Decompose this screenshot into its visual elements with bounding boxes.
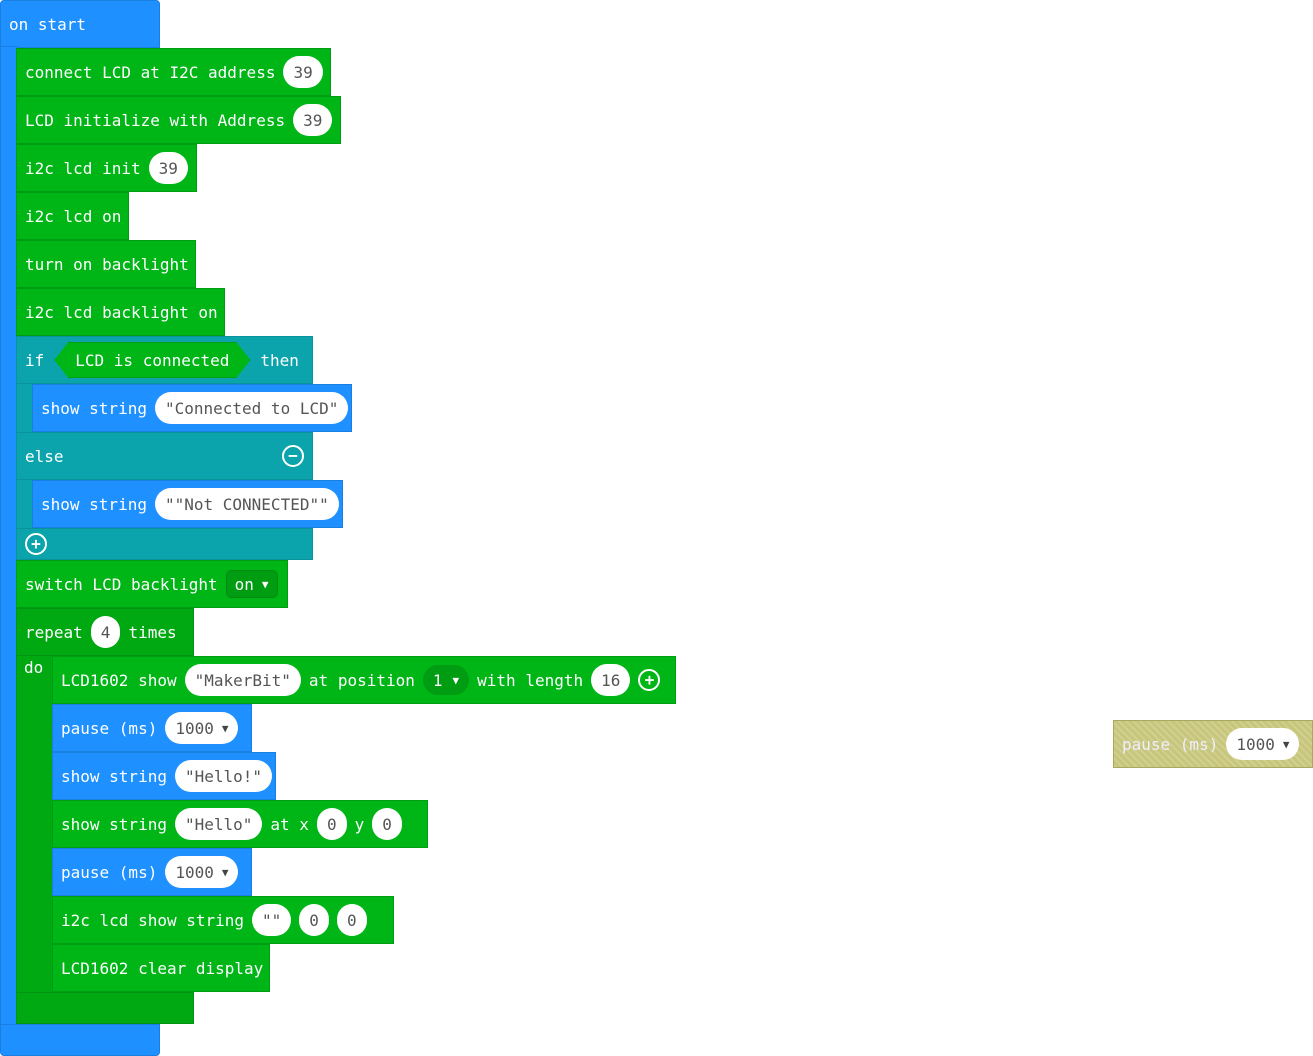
if-footer: + [16, 528, 313, 560]
lcd-initialize-label: LCD initialize with Address [25, 110, 286, 130]
turn-on-backlight-label: turn on backlight [25, 254, 189, 274]
i2c-lcd-init-block[interactable]: i2c lcd init 39 [16, 144, 197, 192]
i2c-lcd-backlight-block[interactable]: i2c lcd backlight on [16, 288, 225, 336]
backlight-state-dropdown[interactable]: on ▼ [225, 570, 278, 598]
position-dropdown[interactable]: 1 ▼ [422, 665, 470, 695]
switch-lcd-backlight-label: switch LCD backlight [25, 574, 218, 594]
connect-lcd-label: connect LCD at I2C address [25, 62, 276, 82]
floating-pause-duration-dropdown[interactable]: 1000 ▼ [1226, 728, 1300, 760]
i2c-lcd-backlight-label: i2c lcd backlight on [25, 302, 218, 322]
chevron-down-icon: ▼ [221, 721, 229, 735]
on-start-label: on start [9, 14, 87, 34]
chevron-down-icon: ▼ [1282, 737, 1290, 751]
lcd1602-clear-display-block[interactable]: LCD1602 clear display [52, 944, 270, 992]
with-length-label: with length [477, 670, 584, 690]
show-string-not-connected-block[interactable]: show string ""Not CONNECTED"" [32, 480, 343, 528]
at-position-label: at position [308, 670, 415, 690]
chevron-down-icon: ▼ [452, 673, 460, 687]
show-string-hello-input[interactable]: "Hello!" [174, 760, 273, 792]
i2c-lcd-init-label: i2c lcd init [25, 158, 141, 178]
lcd1602-show-label: LCD1602 show [61, 670, 177, 690]
chevron-down-icon: ▼ [261, 577, 269, 591]
pause-label-2: pause (ms) [61, 862, 158, 882]
condition-label: LCD is connected [75, 350, 230, 370]
minus-circle-icon[interactable]: − [282, 445, 304, 467]
show-string-label-2: show string [41, 494, 147, 514]
show-string-xy-text-input[interactable]: "Hello" [174, 808, 263, 840]
show-string-at-xy-block[interactable]: show string "Hello" at x 0 y 0 [52, 800, 428, 848]
lcd-initialize-address-input[interactable]: 39 [293, 104, 333, 136]
lcd1602-show-text-input[interactable]: "MakerBit" [184, 664, 301, 696]
lcd-initialize-block[interactable]: LCD initialize with Address 39 [16, 96, 341, 144]
at-x-label: at x [270, 814, 309, 834]
i2c-lcd-init-input[interactable]: 39 [148, 152, 188, 184]
show-string-label-3: show string [61, 766, 167, 786]
times-label: times [128, 622, 177, 642]
position-value: 1 [432, 670, 443, 690]
length-input[interactable]: 16 [591, 664, 631, 696]
show-string-connected-block[interactable]: show string "Connected to LCD" [32, 384, 352, 432]
pause-block-1[interactable]: pause (ms) 1000 ▼ [52, 704, 252, 752]
show-string-label-4: show string [61, 814, 167, 834]
pause-label-1: pause (ms) [61, 718, 158, 738]
chevron-down-icon: ▼ [221, 865, 229, 879]
if-label: if [25, 350, 45, 370]
i2c-lcd-on-label: i2c lcd on [25, 206, 122, 226]
connect-lcd-address-input[interactable]: 39 [283, 56, 323, 88]
plus-circle-icon[interactable]: + [638, 669, 661, 691]
x-input[interactable]: 0 [316, 808, 347, 840]
if-block[interactable]: if LCD is connected then [16, 336, 313, 384]
i2c-lcd-show-string-block[interactable]: i2c lcd show string "" 0 0 [52, 896, 394, 944]
y-input[interactable]: 0 [372, 808, 402, 840]
turn-on-backlight-block[interactable]: turn on backlight [16, 240, 196, 288]
pause-duration-dropdown-2[interactable]: 1000 ▼ [165, 856, 239, 888]
repeat-count-input[interactable]: 4 [90, 616, 121, 648]
show-string-label: show string [41, 398, 147, 418]
y-label: y [354, 814, 365, 834]
pause-block-2[interactable]: pause (ms) 1000 ▼ [52, 848, 252, 896]
lcd-is-connected-condition[interactable]: LCD is connected [54, 342, 250, 378]
then-label: then [260, 350, 299, 370]
backlight-state-value: on [234, 574, 254, 594]
on-start-block[interactable]: on start [0, 0, 160, 48]
repeat-label: repeat [25, 622, 83, 642]
i2c-show-y-input[interactable]: 0 [336, 904, 367, 936]
switch-lcd-backlight-block[interactable]: switch LCD backlight on ▼ [16, 560, 288, 608]
floating-pause-label: pause (ms) [1122, 734, 1219, 754]
floating-pause-value: 1000 [1236, 734, 1275, 754]
on-start-footer [0, 1024, 160, 1056]
pause-duration-dropdown-1[interactable]: 1000 ▼ [165, 712, 239, 744]
i2c-lcd-show-string-label: i2c lcd show string [61, 910, 245, 930]
i2c-show-text-input[interactable]: "" [252, 904, 292, 936]
plus-circle-icon[interactable]: + [25, 533, 47, 555]
floating-pause-block[interactable]: pause (ms) 1000 ▼ [1113, 720, 1313, 768]
pause-value-1: 1000 [175, 718, 214, 738]
repeat-footer [16, 992, 194, 1024]
show-string-connected-input[interactable]: "Connected to LCD" [154, 392, 349, 424]
lcd1602-clear-display-label: LCD1602 clear display [61, 958, 264, 978]
show-string-hello-block[interactable]: show string "Hello!" [52, 752, 276, 800]
show-string-not-connected-input[interactable]: ""Not CONNECTED"" [154, 488, 339, 520]
pause-value-2: 1000 [175, 862, 214, 882]
do-label: do [24, 658, 44, 677]
repeat-spine [16, 655, 54, 997]
else-section: else − [16, 432, 313, 480]
connect-lcd-block[interactable]: connect LCD at I2C address 39 [16, 48, 331, 96]
repeat-block[interactable]: repeat 4 times [16, 608, 194, 656]
i2c-lcd-on-block[interactable]: i2c lcd on [16, 192, 129, 240]
else-label: else [25, 446, 64, 466]
lcd1602-show-block[interactable]: LCD1602 show "MakerBit" at position 1 ▼ … [52, 656, 676, 704]
i2c-show-x-input[interactable]: 0 [299, 904, 329, 936]
